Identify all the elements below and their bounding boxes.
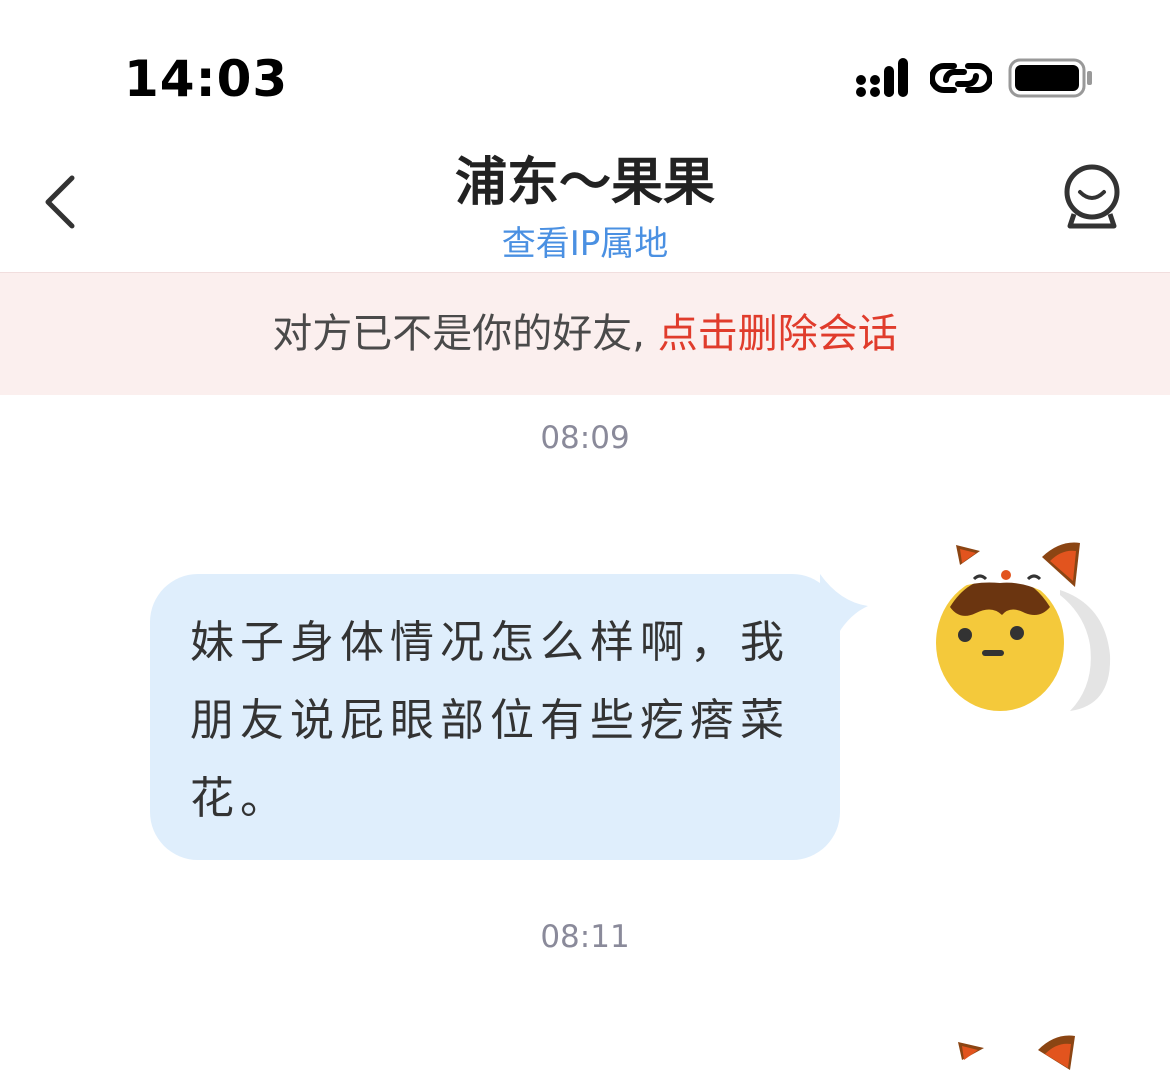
status-time: 14:03 (124, 50, 289, 108)
link-icon (930, 63, 992, 93)
message-bubble[interactable]: 妹子身体情况怎么样啊，我朋友说屁眼部位有些疙瘩菜花。 (150, 574, 840, 860)
message-timestamp: 08:09 (540, 420, 630, 456)
chat-title: 浦东～果果 (454, 153, 715, 213)
profile-icon (1064, 164, 1120, 229)
lucky-cat-avatar[interactable] (930, 535, 1120, 715)
delete-conversation-link[interactable]: 点击删除会话 (645, 311, 898, 357)
profile-button[interactable] (1060, 162, 1124, 232)
message-timestamp: 08:11 (540, 919, 630, 955)
battery-icon (1008, 58, 1092, 98)
bubble-tail (820, 574, 868, 634)
nav-bar: 浦东～果果 查看IP属地 (0, 130, 1170, 272)
banner-text: 对方已不是你的好友, (272, 311, 645, 357)
view-ip-location-link[interactable]: 查看IP属地 (0, 216, 1170, 265)
lucky-cat-avatar[interactable] (940, 1030, 1100, 1070)
message-text: 妹子身体情况怎么样啊，我朋友说屁眼部位有些疙瘩菜花。 (190, 617, 790, 824)
not-friend-banner: 对方已不是你的好友, 点击删除会话 (0, 272, 1170, 395)
status-bar: 14:03 (0, 0, 1170, 130)
signal-icon (856, 58, 908, 97)
